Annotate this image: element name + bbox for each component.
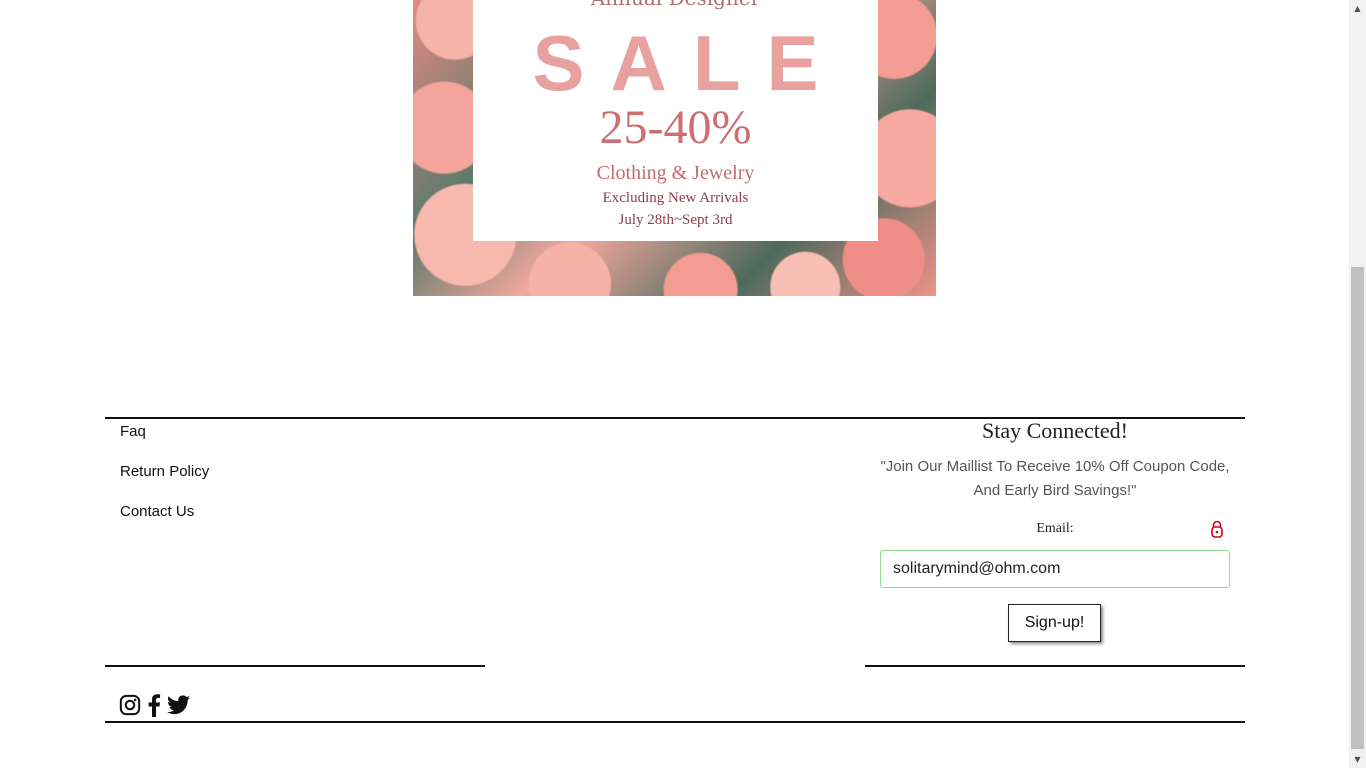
- email-field[interactable]: [880, 550, 1230, 588]
- footer-right-divider: [865, 665, 1245, 667]
- banner-pretitle: Annual Designer: [473, 0, 878, 10]
- signup-button[interactable]: Sign-up!: [1008, 604, 1101, 642]
- footer-bottom-divider: [105, 721, 1245, 723]
- sale-banner-image: Annual Designer SALE 25-40% Clothing & J…: [413, 0, 936, 296]
- banner-line-excluding: Excluding New Arrivals: [602, 190, 749, 206]
- scroll-down-arrow-icon[interactable]: ▼: [1349, 751, 1366, 768]
- newsletter-blurb: "Join Our Maillist To Receive 10% Off Co…: [880, 458, 1230, 499]
- return-policy-link[interactable]: Return Policy: [120, 463, 209, 480]
- footer-left-divider: [105, 665, 485, 667]
- newsletter-title: Stay Connected!: [981, 418, 1129, 443]
- scrollbar-thumb[interactable]: [1351, 267, 1364, 749]
- email-label: Email:: [1036, 521, 1074, 536]
- facebook-icon[interactable]: [147, 693, 161, 721]
- twitter-icon[interactable]: [167, 695, 190, 719]
- page-scrollbar[interactable]: ▲ ▼: [1349, 0, 1366, 768]
- social-links: [119, 693, 190, 721]
- banner-line-dates: July 28th~Sept 3rd: [618, 212, 733, 228]
- scroll-up-arrow-icon[interactable]: ▲: [1349, 0, 1366, 17]
- lock-icon[interactable]: [1210, 520, 1224, 538]
- banner-line-clothing: Clothing & Jewelry: [596, 162, 755, 184]
- banner-discount: 25-40%: [599, 101, 752, 154]
- instagram-icon[interactable]: [119, 694, 141, 720]
- sale-card: Annual Designer SALE 25-40% Clothing & J…: [473, 0, 878, 241]
- contact-us-link[interactable]: Contact Us: [120, 503, 194, 520]
- banner-sale-text: SALE: [532, 19, 845, 107]
- faq-link[interactable]: Faq: [120, 423, 146, 440]
